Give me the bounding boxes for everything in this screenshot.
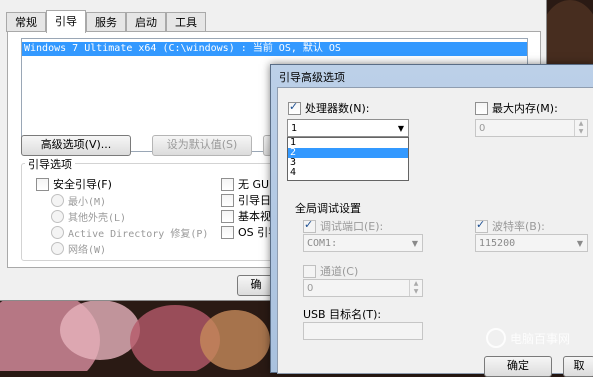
tab-bar: 常规 引导 服务 启动 工具 — [6, 10, 206, 33]
safe-boot-checkbox[interactable]: 安全引导(F) — [36, 176, 112, 192]
watermark-logo-icon — [486, 328, 506, 348]
dropdown-option[interactable]: 3 — [288, 158, 408, 168]
chevron-down-icon: ▼ — [411, 239, 418, 248]
checkbox-label: 波特率(B): — [492, 220, 545, 233]
tab-services[interactable]: 服务 — [86, 12, 126, 32]
max-memory-checkbox[interactable]: 最大内存(M): — [475, 100, 558, 116]
spin-arrows-icon[interactable]: ▲ ▼ — [409, 280, 422, 296]
checkbox-box[interactable] — [303, 218, 316, 233]
processor-count-checkbox[interactable]: 处理器数(N): — [288, 100, 370, 116]
advanced-options-button[interactable]: 高级选项(V)... — [21, 135, 131, 156]
radio-label: Active Directory 修复(P) — [68, 229, 209, 240]
no-gui-boot-checkbox[interactable]: 无 GUI — [221, 176, 272, 192]
channel-spinner[interactable]: 0 ▲ ▼ — [303, 279, 423, 297]
spin-arrows-icon[interactable]: ▲ ▼ — [574, 120, 587, 136]
checkbox-box[interactable] — [221, 193, 234, 207]
tab-tools[interactable]: 工具 — [166, 12, 206, 32]
dialog-cancel-button[interactable]: 取 — [563, 356, 593, 377]
radio-icon[interactable] — [51, 210, 64, 223]
tab-startup[interactable]: 启动 — [126, 12, 166, 32]
boot-options-title: 引导选项 — [25, 156, 75, 172]
checkbox-box[interactable] — [221, 225, 234, 239]
max-memory-spinner[interactable]: 0 ▲ ▼ — [475, 119, 588, 137]
safe-boot-network-radio[interactable]: 网络(W) — [51, 241, 106, 256]
checkbox-label: 调试端口(E): — [320, 220, 384, 233]
dialog-title: 引导高级选项 — [279, 71, 345, 84]
radio-label: 其他外壳(L) — [68, 213, 127, 224]
checkbox-label: 最大内存(M): — [492, 102, 558, 115]
checkbox-box[interactable] — [303, 264, 316, 278]
select-value: 1 — [291, 123, 298, 134]
checkbox-box[interactable] — [221, 209, 234, 223]
spinner-value: 0 — [307, 283, 314, 294]
checkbox-label: 无 GUI — [238, 178, 273, 191]
dropdown-option[interactable]: 1 — [288, 138, 408, 148]
processor-count-dropdown: 1 2 3 4 — [287, 137, 409, 181]
radio-label: 网络(W) — [68, 245, 107, 256]
usb-target-label: USB 目标名(T): — [303, 308, 382, 321]
site-watermark: 电脑百事网 — [486, 328, 570, 348]
dropdown-option[interactable]: 4 — [288, 168, 408, 178]
checkbox-box[interactable] — [221, 177, 234, 191]
set-default-button[interactable]: 设为默认值(S) — [152, 135, 252, 156]
checkbox-label: 处理器数(N): — [305, 102, 370, 115]
usb-target-input[interactable] — [303, 322, 423, 340]
safe-boot-alternate-shell-radio[interactable]: 其他外壳(L) — [51, 209, 126, 224]
watermark-text: 电脑百事网 — [510, 331, 571, 346]
dropdown-option-highlighted[interactable]: 2 — [288, 148, 408, 158]
safe-boot-ad-repair-radio[interactable]: Active Directory 修复(P) — [51, 225, 208, 240]
checkbox-box[interactable] — [475, 218, 488, 233]
safe-boot-minimal-radio[interactable]: 最小(M) — [51, 193, 106, 208]
boot-advanced-options-dialog: 引导高级选项 处理器数(N): 1 ▼ 1 2 3 4 最大内存(M): 0 ▲… — [270, 64, 593, 377]
select-value: 115200 — [479, 238, 516, 249]
debug-port-checkbox[interactable]: 调试端口(E): — [303, 218, 383, 234]
baud-rate-checkbox[interactable]: 波特率(B): — [475, 218, 545, 234]
radio-icon[interactable] — [51, 194, 64, 207]
checkbox-box[interactable] — [288, 100, 301, 115]
safe-boot-label: 安全引导(F) — [53, 178, 112, 191]
processor-count-select[interactable]: 1 ▼ — [287, 119, 409, 137]
checkbox-box[interactable] — [475, 101, 488, 115]
debug-port-select[interactable]: COM1: ▼ — [303, 234, 423, 252]
select-value: COM1: — [307, 238, 338, 249]
os-list-item[interactable]: Windows 7 Ultimate x64 (C:\windows) : 当前… — [22, 42, 527, 56]
channel-checkbox[interactable]: 通道(C) — [303, 263, 358, 279]
safe-boot-box[interactable] — [36, 177, 49, 191]
radio-icon[interactable] — [51, 226, 64, 239]
baud-rate-select[interactable]: 115200 ▼ — [475, 234, 588, 252]
tab-general[interactable]: 常规 — [6, 12, 46, 32]
radio-label: 最小(M) — [68, 197, 107, 208]
checkbox-label: 通道(C) — [320, 265, 359, 278]
global-debug-title: 全局调试设置 — [295, 202, 361, 215]
chevron-down-icon: ▼ — [397, 124, 404, 133]
tab-boot[interactable]: 引导 — [46, 10, 86, 33]
chevron-down-icon: ▼ — [576, 239, 583, 248]
dialog-ok-button[interactable]: 确定 — [484, 356, 552, 377]
radio-icon[interactable] — [51, 242, 64, 255]
spinner-value: 0 — [479, 123, 486, 134]
